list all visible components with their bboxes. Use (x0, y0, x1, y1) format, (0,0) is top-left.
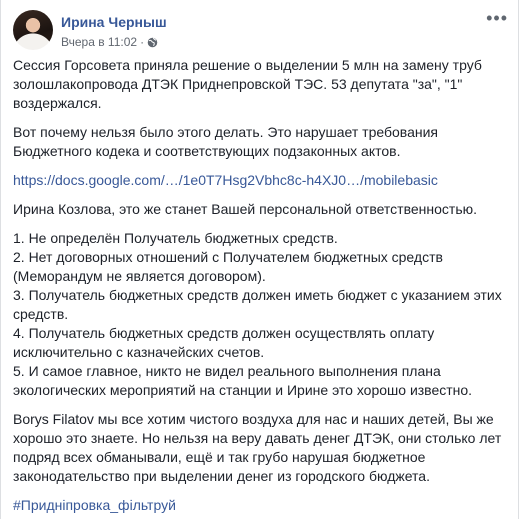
paragraph-2: Вот почему нельзя было этого делать. Это… (13, 124, 439, 159)
paragraph-3: Ирина Козлова, это же станет Вашей персо… (13, 201, 478, 217)
hashtag-link[interactable]: #Придніпровка_фільтруй (13, 497, 176, 513)
more-options-icon[interactable]: ••• (486, 9, 508, 27)
avatar[interactable] (13, 10, 53, 50)
facebook-post: Ирина Черныш Вчера в 11:02 · ••• Сессия … (0, 0, 519, 519)
list-item: 5. И самое главное, никто не видел реаль… (13, 363, 473, 398)
paragraph-1: Сессия Горсовета приняла решение о выдел… (13, 57, 482, 111)
meta-separator: · (140, 35, 145, 49)
document-link[interactable]: https://docs.google.com/…/1e0T7Hsg2Vbhc8… (13, 172, 438, 188)
globe-icon[interactable] (147, 37, 158, 48)
post-header: Ирина Черныш Вчера в 11:02 · ••• (13, 9, 508, 56)
list-item: 2. Нет договорных отношений с Получателе… (13, 249, 443, 284)
list-item: 1. Не определён Получатель бюджетных сре… (13, 230, 338, 246)
paragraph-4: Borys Filatov мы все хотим чистого возду… (13, 411, 502, 484)
numbered-list: 1. Не определён Получатель бюджетных сре… (13, 229, 506, 400)
list-item: 3. Получатель бюджетных средств должен и… (13, 287, 502, 322)
post-body: Сессия Горсовета приняла решение о выдел… (13, 56, 506, 525)
timestamp[interactable]: Вчера в 11:02 (61, 35, 137, 49)
list-item: 4. Получатель бюджетных средств должен о… (13, 325, 435, 360)
author-name[interactable]: Ирина Черныш (61, 14, 167, 30)
post-meta: Вчера в 11:02 · (61, 35, 158, 49)
